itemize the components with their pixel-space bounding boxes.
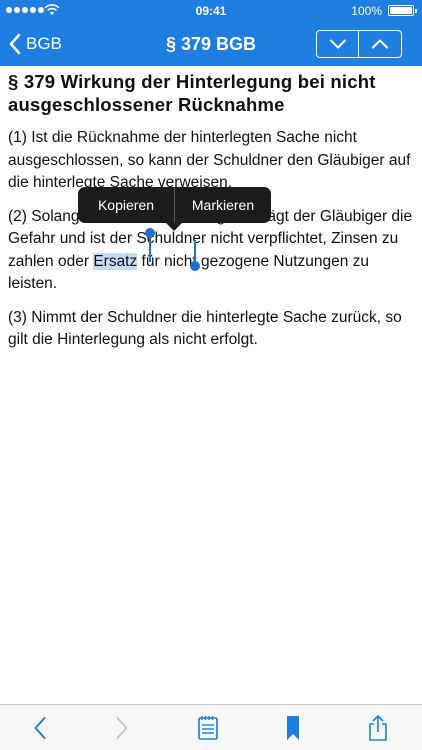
- next-article-button[interactable]: [316, 30, 359, 58]
- edit-menu: Kopieren Markieren: [78, 187, 271, 231]
- share-icon: [369, 715, 387, 741]
- bookmark-button[interactable]: [283, 715, 303, 741]
- article-navigation: [316, 30, 402, 58]
- chevron-right-icon: [116, 717, 128, 739]
- previous-article-button[interactable]: [359, 30, 402, 58]
- copy-button[interactable]: Kopieren: [78, 187, 174, 223]
- notepad-icon: [198, 716, 218, 740]
- back-button[interactable]: BGB: [8, 28, 62, 60]
- navigation-bar: BGB § 379 BGB: [0, 22, 422, 66]
- notes-button[interactable]: [195, 715, 221, 741]
- back-button-label: BGB: [26, 34, 62, 53]
- selection-start-line: [149, 234, 151, 262]
- chevron-up-icon: [372, 39, 388, 49]
- battery-percentage: 100%: [351, 4, 382, 18]
- mark-button[interactable]: Markieren: [175, 187, 271, 223]
- bottom-toolbar: [0, 704, 422, 750]
- bookmark-icon: [287, 716, 299, 740]
- selection-end-handle[interactable]: [190, 261, 200, 271]
- toolbar-back-button[interactable]: [28, 715, 52, 741]
- chevron-left-icon: [34, 717, 46, 739]
- battery-icon: [388, 5, 417, 16]
- chevron-down-icon: [329, 39, 346, 49]
- paragraph-3: (3) Nimmt der Schuldner die hinterlegte …: [8, 308, 402, 349]
- selected-text[interactable]: Ersatz: [93, 252, 138, 270]
- article-heading: § 379 Wirkung der Hinterlegung bei nicht…: [8, 71, 376, 115]
- toolbar-forward-button[interactable]: [110, 715, 134, 741]
- chevron-left-icon: [9, 33, 21, 55]
- paragraph-1: (1) Ist die Rücknahme der hinterlegten S…: [8, 129, 411, 191]
- status-bar: 09:41 100%: [0, 0, 422, 22]
- edit-menu-pointer: [166, 223, 182, 231]
- share-button[interactable]: [365, 715, 391, 741]
